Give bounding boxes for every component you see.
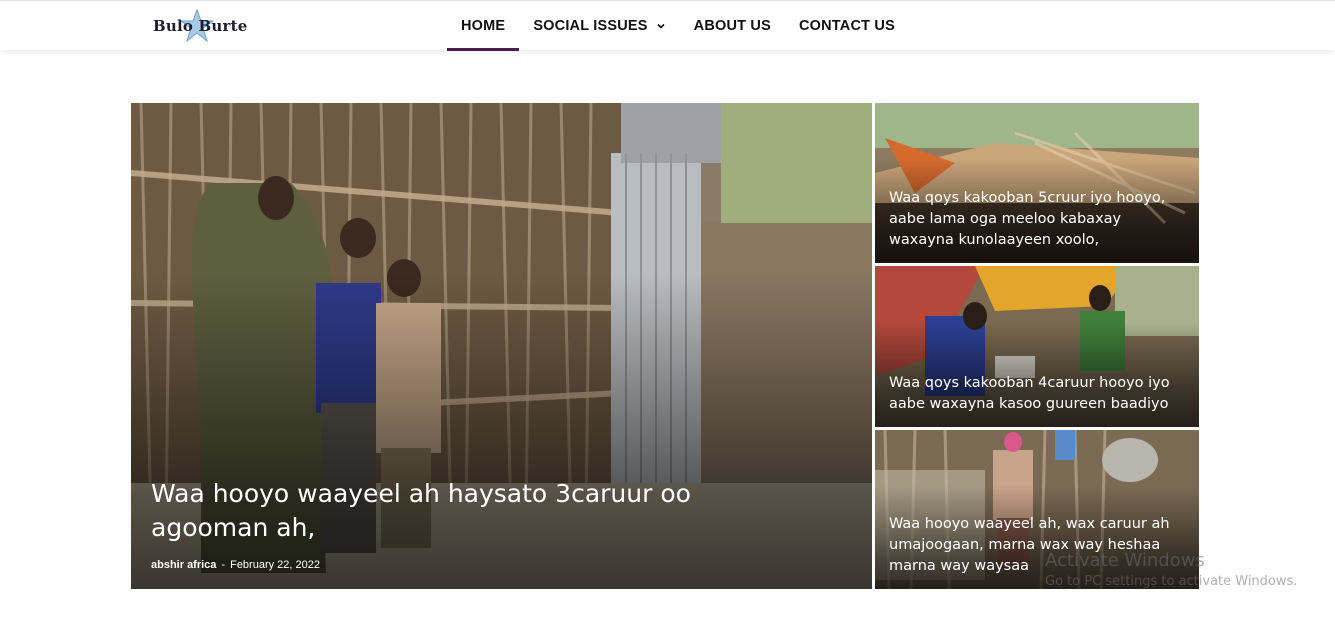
nav-home-label: HOME — [461, 18, 506, 34]
featured-side-post-3[interactable]: Waa hooyo waayeel ah, wax caruur ah umaj… — [875, 430, 1199, 589]
side-post-title-3[interactable]: Waa hooyo waayeel ah, wax caruur ah umaj… — [889, 514, 1187, 577]
nav-contact-us-label: CONTACT US — [798, 18, 895, 34]
post-date: February 22, 2022 — [230, 559, 320, 571]
meta-separator: - — [221, 559, 226, 571]
nav-about-us-label: ABOUT US — [693, 18, 771, 34]
nav-social-issues-label: SOCIAL ISSUES — [533, 18, 648, 34]
featured-side-post-1[interactable]: Waa qoys kakooban 5cruur iyo hooyo, aabe… — [875, 103, 1199, 263]
featured-main-title[interactable]: Waa hooyo waayeel ah haysato 3caruur oo … — [151, 477, 711, 545]
nav-contact-us[interactable]: CONTACT US — [785, 1, 909, 51]
featured-side-post-2[interactable]: Waa qoys kakooban 4caruur hooyo iyo aabe… — [875, 266, 1199, 427]
featured-main-post[interactable]: Waa hooyo waayeel ah haysato 3caruur oo … — [131, 103, 872, 589]
nav-home[interactable]: HOME — [447, 1, 520, 51]
side-post-title-1[interactable]: Waa qoys kakooban 5cruur iyo hooyo, aabe… — [889, 188, 1187, 251]
site-logo[interactable]: Bulo Burte — [150, 7, 260, 45]
chevron-down-icon — [657, 23, 665, 29]
post-meta: abshir africa - February 22, 2022 — [151, 559, 320, 571]
side-post-title-2[interactable]: Waa qoys kakooban 4caruur hooyo iyo aabe… — [889, 373, 1187, 415]
post-author[interactable]: abshir africa — [151, 559, 216, 571]
site-header: Bulo Burte HOME SOCIAL ISSUES ABOUT US C… — [0, 0, 1335, 51]
featured-grid: Waa hooyo waayeel ah haysato 3caruur oo … — [131, 103, 1199, 589]
main-nav: HOME SOCIAL ISSUES ABOUT US CONTACT US — [447, 1, 909, 51]
nav-about-us[interactable]: ABOUT US — [680, 1, 785, 51]
nav-social-issues[interactable]: SOCIAL ISSUES — [519, 1, 679, 51]
logo-text: Bulo Burte — [153, 17, 248, 35]
